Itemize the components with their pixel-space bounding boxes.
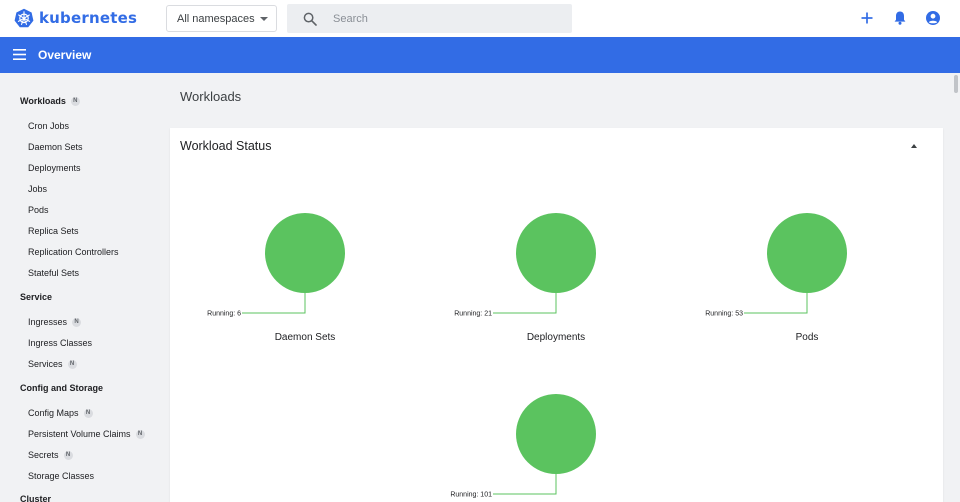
slice-leader-line: [493, 293, 557, 314]
search-input[interactable]: [333, 10, 553, 27]
namespaced-badge: N: [70, 96, 80, 106]
slice-label: Running: 53: [705, 311, 743, 318]
collapse-chevron-up-icon[interactable]: [911, 144, 917, 148]
app-name: kubernetes: [39, 9, 138, 27]
sidebar-item-deployments[interactable]: Deployments: [28, 163, 81, 173]
sidebar-item-label: Config Maps: [28, 408, 79, 418]
search-icon: [303, 12, 317, 26]
account-circle-icon[interactable]: [925, 10, 941, 26]
namespaced-badge: N: [83, 408, 93, 418]
sidebar-item-stateful-sets[interactable]: Stateful Sets: [28, 268, 79, 278]
sidebar-item-label: Stateful Sets: [28, 268, 80, 278]
sidebar-item-config-maps[interactable]: Config Maps N: [28, 408, 93, 418]
workload-status-card: Workload Status Running: 6 Daemon Sets Ru…: [170, 128, 943, 502]
chart-title[interactable]: Deployments: [486, 332, 626, 343]
sidebar-section-label: Cluster: [20, 494, 52, 502]
pods-chart: Running: 53 Pods: [705, 208, 907, 348]
sidebar-item-label: Storage Classes: [28, 471, 95, 481]
namespace-select-value: All namespaces: [177, 12, 255, 25]
search-bar[interactable]: [287, 4, 572, 33]
card-title: Workload Status: [180, 139, 272, 153]
page-header: Overview: [0, 37, 960, 73]
slice-label: Running: 6: [207, 311, 241, 318]
sidebar-section-label: Service: [20, 292, 53, 302]
menu-icon[interactable]: [13, 49, 26, 60]
sidebar-item-persistent-volume-claims[interactable]: Persistent Volume Claims N: [28, 429, 145, 439]
sidebar-item-label: Pods: [28, 205, 49, 215]
sidebar-item-label: Services: [28, 359, 63, 369]
namespaced-badge: N: [72, 317, 82, 327]
slice-leader-line: [242, 293, 306, 314]
sidebar-section-service[interactable]: Service: [20, 292, 52, 302]
sidebar-nav: Workloads N Cron Jobs Daemon Sets Deploy…: [0, 73, 160, 502]
sidebar-item-replication-controllers[interactable]: Replication Controllers: [28, 247, 119, 257]
namespaced-badge: N: [135, 429, 145, 439]
slice-label: Running: 101: [450, 492, 492, 499]
sidebar-item-storage-classes[interactable]: Storage Classes: [28, 471, 94, 481]
pie-slice-running[interactable]: [767, 213, 847, 293]
deployments-chart: Running: 21 Deployments: [454, 208, 656, 348]
chart-title[interactable]: Pods: [737, 332, 877, 343]
pie-chart-svg: Running: 21: [454, 213, 596, 318]
notifications-bell-icon[interactable]: [892, 10, 908, 26]
sidebar-item-label: Daemon Sets: [28, 142, 83, 152]
namespace-select[interactable]: All namespaces: [166, 5, 277, 32]
sidebar-section-workloads[interactable]: Workloads N: [20, 96, 80, 106]
sidebar-item-label: Ingress Classes: [28, 338, 93, 348]
sidebar-item-label: Ingresses: [28, 317, 68, 327]
chart-title[interactable]: Daemon Sets: [235, 332, 375, 343]
chevron-down-icon: [260, 17, 268, 21]
sidebar-item-label: Persistent Volume Claims: [28, 429, 131, 439]
pie-chart-svg: Running: 6: [207, 213, 345, 318]
sidebar-item-daemon-sets[interactable]: Daemon Sets: [28, 142, 83, 152]
sidebar-item-cron-jobs[interactable]: Cron Jobs: [28, 121, 69, 131]
pie-chart-svg: Running: 53: [705, 213, 847, 318]
sidebar-item-ingresses[interactable]: Ingresses N: [28, 317, 82, 327]
sidebar-item-label: Replication Controllers: [28, 247, 119, 257]
slice-leader-line: [493, 474, 557, 495]
page-title: Workloads: [180, 89, 242, 104]
sidebar-item-services[interactable]: Services N: [28, 359, 77, 369]
pie-slice-running[interactable]: [516, 394, 596, 474]
sidebar-item-ingress-classes[interactable]: Ingress Classes: [28, 338, 92, 348]
sidebar-section-label: Workloads: [20, 96, 66, 106]
namespaced-badge: N: [63, 450, 73, 460]
sidebar-section-config-and-storage[interactable]: Config and Storage: [20, 383, 103, 393]
daemon-sets-chart: Running: 6 Daemon Sets: [205, 208, 405, 348]
sidebar-item-label: Deployments: [28, 163, 81, 173]
sidebar-item-pods[interactable]: Pods: [28, 205, 49, 215]
header-title: Overview: [38, 48, 92, 62]
pie-chart-svg: Running: 101: [450, 394, 596, 499]
scrollbar-thumb[interactable]: [954, 75, 958, 93]
slice-leader-line: [744, 293, 808, 314]
sidebar-section-cluster[interactable]: Cluster: [20, 494, 51, 502]
sidebar-item-secrets[interactable]: Secrets N: [28, 450, 73, 460]
sidebar-item-label: Replica Sets: [28, 226, 79, 236]
sidebar-item-label: Secrets: [28, 450, 59, 460]
pie-slice-running[interactable]: [265, 213, 345, 293]
add-icon[interactable]: [859, 10, 875, 26]
sidebar-item-replica-sets[interactable]: Replica Sets: [28, 226, 79, 236]
top-bar: kubernetes All namespaces: [0, 0, 960, 37]
sidebar-item-jobs[interactable]: Jobs: [28, 184, 47, 194]
pie-slice-running[interactable]: [516, 213, 596, 293]
replica-sets-chart: Running: 101: [450, 389, 656, 502]
sidebar-item-label: Jobs: [28, 184, 48, 194]
sidebar-section-label: Config and Storage: [20, 383, 103, 393]
kubernetes-wheel-icon: [14, 8, 34, 28]
sidebar-item-label: Cron Jobs: [28, 121, 70, 131]
kubernetes-logo[interactable]: kubernetes: [14, 8, 137, 28]
page-scrollbar[interactable]: [951, 73, 960, 502]
namespaced-badge: N: [67, 359, 77, 369]
slice-label: Running: 21: [454, 311, 492, 318]
